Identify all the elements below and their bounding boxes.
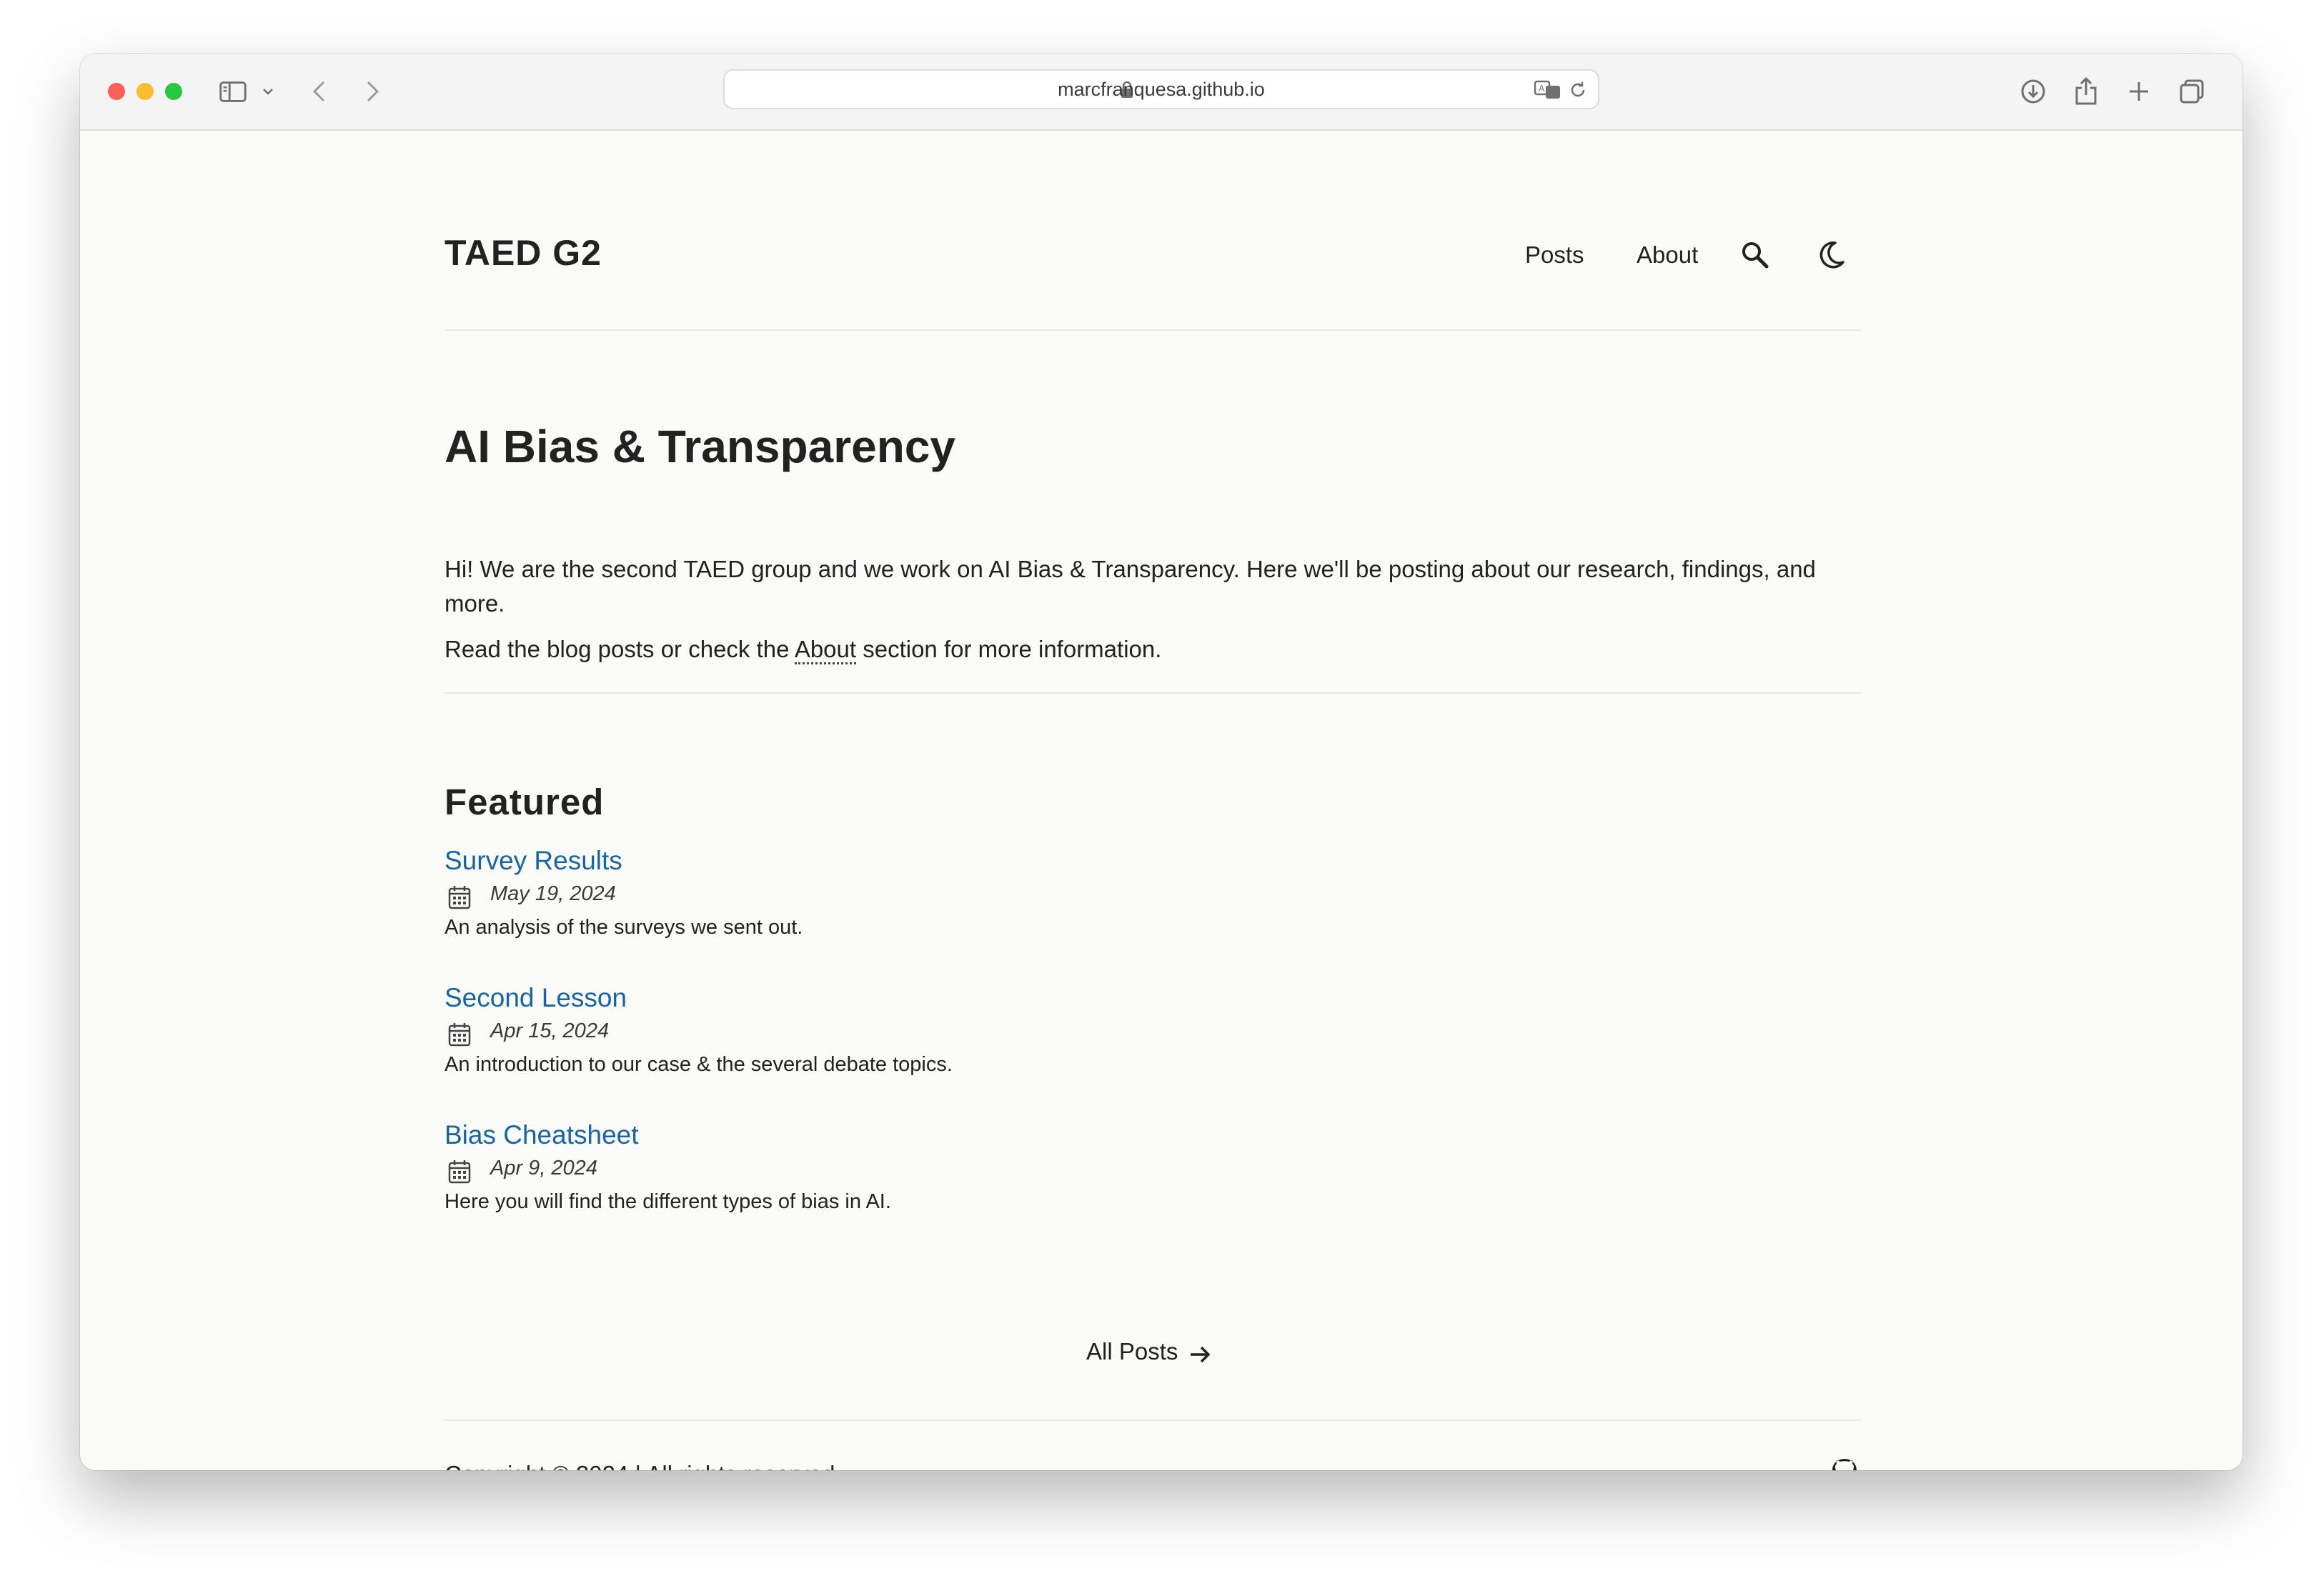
calendar-icon bbox=[447, 1022, 472, 1047]
nav-about-link[interactable]: About bbox=[1637, 241, 1698, 269]
zoom-window-button[interactable] bbox=[165, 83, 182, 100]
footer-copyright: Copyright © 2024 | All rights reserved. bbox=[445, 1461, 842, 1470]
section-divider bbox=[445, 692, 1861, 694]
share-icon[interactable] bbox=[2070, 75, 2102, 108]
svg-text:A: A bbox=[1539, 84, 1545, 94]
intro-paragraph: Hi! We are the second TAED group and we … bbox=[445, 556, 1816, 617]
site-title[interactable]: TAED G2 bbox=[445, 232, 602, 274]
header-divider bbox=[445, 329, 1861, 331]
sidebar-icon[interactable] bbox=[216, 75, 250, 108]
nav-posts-link[interactable]: Posts bbox=[1525, 241, 1584, 269]
back-icon[interactable] bbox=[306, 75, 334, 108]
calendar-icon bbox=[447, 884, 472, 910]
github-icon[interactable] bbox=[1829, 1456, 1860, 1470]
read-prefix-text: Read the blog posts or check the bbox=[445, 636, 795, 662]
post-title-link[interactable]: Survey Results bbox=[445, 843, 1516, 879]
browser-toolbar: marcfranquesa.github.io A bbox=[80, 54, 2243, 131]
about-inline-link[interactable]: About bbox=[794, 636, 857, 664]
chevron-down-icon[interactable] bbox=[260, 75, 276, 108]
arrow-right-icon[interactable] bbox=[1186, 1341, 1213, 1368]
reload-icon[interactable] bbox=[1568, 80, 1588, 100]
read-suffix-text: section for more information. bbox=[856, 636, 1162, 662]
featured-post: Bias Cheatsheet Apr 9, 2024 Here you wil… bbox=[445, 1117, 1516, 1216]
close-window-button[interactable] bbox=[108, 83, 125, 100]
translate-icon[interactable]: A bbox=[1534, 79, 1562, 101]
page-title: AI Bias & Transparency bbox=[445, 421, 955, 472]
minimize-window-button[interactable] bbox=[136, 83, 154, 100]
post-meta: Apr 9, 2024 bbox=[445, 1154, 1516, 1187]
url-text: marcfranquesa.github.io bbox=[1058, 79, 1265, 100]
plus-icon[interactable] bbox=[2122, 75, 2155, 108]
post-meta: May 19, 2024 bbox=[445, 880, 1516, 913]
post-description: An analysis of the surveys we sent out. bbox=[445, 916, 803, 939]
download-icon[interactable] bbox=[2017, 75, 2050, 108]
post-date: Apr 9, 2024 bbox=[490, 1157, 597, 1179]
read-more-paragraph: Read the blog posts or check the About s… bbox=[445, 632, 1861, 667]
post-title-link[interactable]: Second Lesson bbox=[445, 980, 1516, 1016]
address-bar[interactable]: marcfranquesa.github.io A bbox=[723, 69, 1599, 109]
browser-window: marcfranquesa.github.io A TAED G2 Posts … bbox=[80, 54, 2243, 1470]
post-date: May 19, 2024 bbox=[490, 882, 616, 905]
forward-icon[interactable] bbox=[357, 75, 386, 108]
post-date: Apr 15, 2024 bbox=[490, 1019, 610, 1042]
featured-post: Second Lesson Apr 15, 2024 An introducti… bbox=[445, 980, 1516, 1079]
post-title-link[interactable]: Bias Cheatsheet bbox=[445, 1117, 1516, 1153]
calendar-icon bbox=[447, 1159, 472, 1185]
featured-post: Survey Results May 19, 2024 An analysis … bbox=[445, 843, 1516, 942]
post-description: An introduction to our case & the severa… bbox=[445, 1053, 953, 1076]
search-icon[interactable] bbox=[1738, 238, 1772, 272]
web-page: TAED G2 Posts About AI Bias & Transparen… bbox=[80, 131, 2243, 1470]
featured-heading: Featured bbox=[445, 782, 605, 822]
moon-icon[interactable] bbox=[1814, 238, 1848, 272]
post-description: Here you will find the different types o… bbox=[445, 1190, 891, 1213]
all-posts-link[interactable]: All Posts bbox=[1086, 1338, 1178, 1365]
post-meta: Apr 15, 2024 bbox=[445, 1017, 1516, 1050]
footer-divider bbox=[445, 1420, 1861, 1421]
tabs-icon[interactable] bbox=[2175, 75, 2208, 108]
